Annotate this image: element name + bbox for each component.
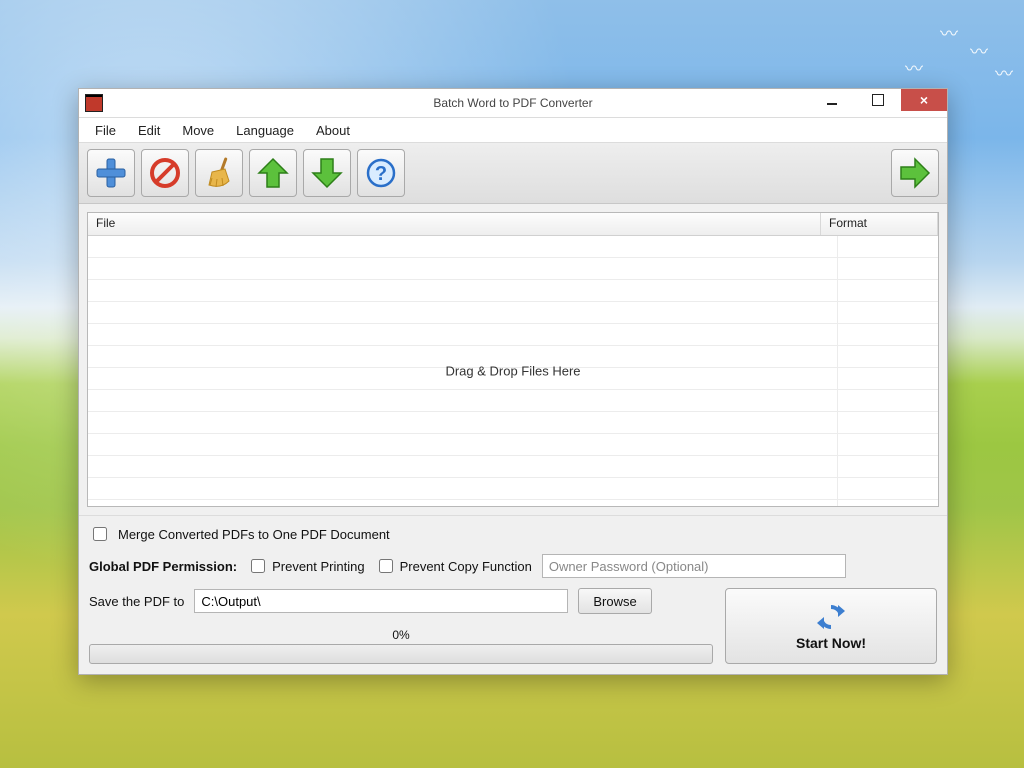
save-path-input[interactable] xyxy=(194,589,568,613)
file-list-body[interactable]: Drag & Drop Files Here xyxy=(88,236,938,506)
prevent-print-label: Prevent Printing xyxy=(272,559,365,574)
plus-icon xyxy=(95,157,127,189)
bottom-row: Save the PDF to Browse 0% xyxy=(89,588,937,664)
prevent-copy-checkbox[interactable] xyxy=(379,559,393,573)
menu-language[interactable]: Language xyxy=(226,120,304,141)
browse-button[interactable]: Browse xyxy=(578,588,651,614)
toolbar: ? xyxy=(79,143,947,204)
close-button[interactable]: × xyxy=(901,89,947,111)
permissions-row: Global PDF Permission: Prevent Printing … xyxy=(89,554,937,578)
minimize-button[interactable] xyxy=(809,89,855,111)
merge-label: Merge Converted PDFs to One PDF Document xyxy=(118,527,390,542)
menu-move[interactable]: Move xyxy=(172,120,224,141)
save-path-row: Save the PDF to Browse xyxy=(89,588,713,614)
titlebar[interactable]: Batch Word to PDF Converter × xyxy=(79,89,947,118)
prevent-copy-label: Prevent Copy Function xyxy=(400,559,532,574)
menu-file[interactable]: File xyxy=(85,120,126,141)
browse-label: Browse xyxy=(593,594,636,609)
app-window: Batch Word to PDF Converter × File Edit … xyxy=(78,88,948,675)
merge-option[interactable]: Merge Converted PDFs to One PDF Document xyxy=(89,524,937,544)
column-format[interactable]: Format xyxy=(821,213,938,235)
progress-section: 0% xyxy=(89,628,713,664)
permissions-title: Global PDF Permission: xyxy=(89,559,237,574)
column-headers: File Format xyxy=(88,213,938,236)
add-button[interactable] xyxy=(87,149,135,197)
start-label: Start Now! xyxy=(796,635,866,651)
progress-bar xyxy=(89,644,713,664)
save-path-label: Save the PDF to xyxy=(89,594,184,609)
column-file[interactable]: File xyxy=(88,213,821,235)
help-button[interactable]: ? xyxy=(357,149,405,197)
arrow-down-icon xyxy=(311,157,343,189)
start-button[interactable]: Start Now! xyxy=(725,588,937,664)
options-panel: Merge Converted PDFs to One PDF Document… xyxy=(79,515,947,674)
bird-icon: 〰 xyxy=(905,55,923,81)
menu-bar: File Edit Move Language About xyxy=(79,118,947,143)
prevent-print-option[interactable]: Prevent Printing xyxy=(247,556,365,576)
remove-button[interactable] xyxy=(141,149,189,197)
bird-icon: 〰 xyxy=(970,38,988,64)
prevent-copy-option[interactable]: Prevent Copy Function xyxy=(375,556,532,576)
svg-text:?: ? xyxy=(375,163,387,185)
bird-icon: 〰 xyxy=(995,60,1013,86)
window-buttons: × xyxy=(809,89,947,117)
help-icon: ? xyxy=(365,157,397,189)
menu-edit[interactable]: Edit xyxy=(128,120,170,141)
file-list[interactable]: File Format Drag & Drop Files Here xyxy=(87,212,939,507)
merge-checkbox[interactable] xyxy=(93,527,107,541)
app-icon xyxy=(85,94,103,112)
drop-hint: Drag & Drop Files Here xyxy=(88,364,938,379)
prevent-print-checkbox[interactable] xyxy=(251,559,265,573)
menu-about[interactable]: About xyxy=(306,120,360,141)
convert-button[interactable] xyxy=(891,149,939,197)
arrow-right-icon xyxy=(899,157,931,189)
no-entry-icon xyxy=(149,157,181,189)
main-area: File Format Drag & Drop Files Here xyxy=(79,204,947,515)
refresh-icon xyxy=(815,601,847,633)
broom-icon xyxy=(203,157,235,189)
maximize-button[interactable] xyxy=(855,89,901,111)
bird-icon: 〰 xyxy=(940,20,958,46)
clear-button[interactable] xyxy=(195,149,243,197)
desktop-background: 〰 〰 〰 〰 Batch Word to PDF Converter × Fi… xyxy=(0,0,1024,768)
owner-password-input[interactable] xyxy=(542,554,846,578)
move-up-button[interactable] xyxy=(249,149,297,197)
move-down-button[interactable] xyxy=(303,149,351,197)
progress-text: 0% xyxy=(89,628,713,642)
arrow-up-icon xyxy=(257,157,289,189)
